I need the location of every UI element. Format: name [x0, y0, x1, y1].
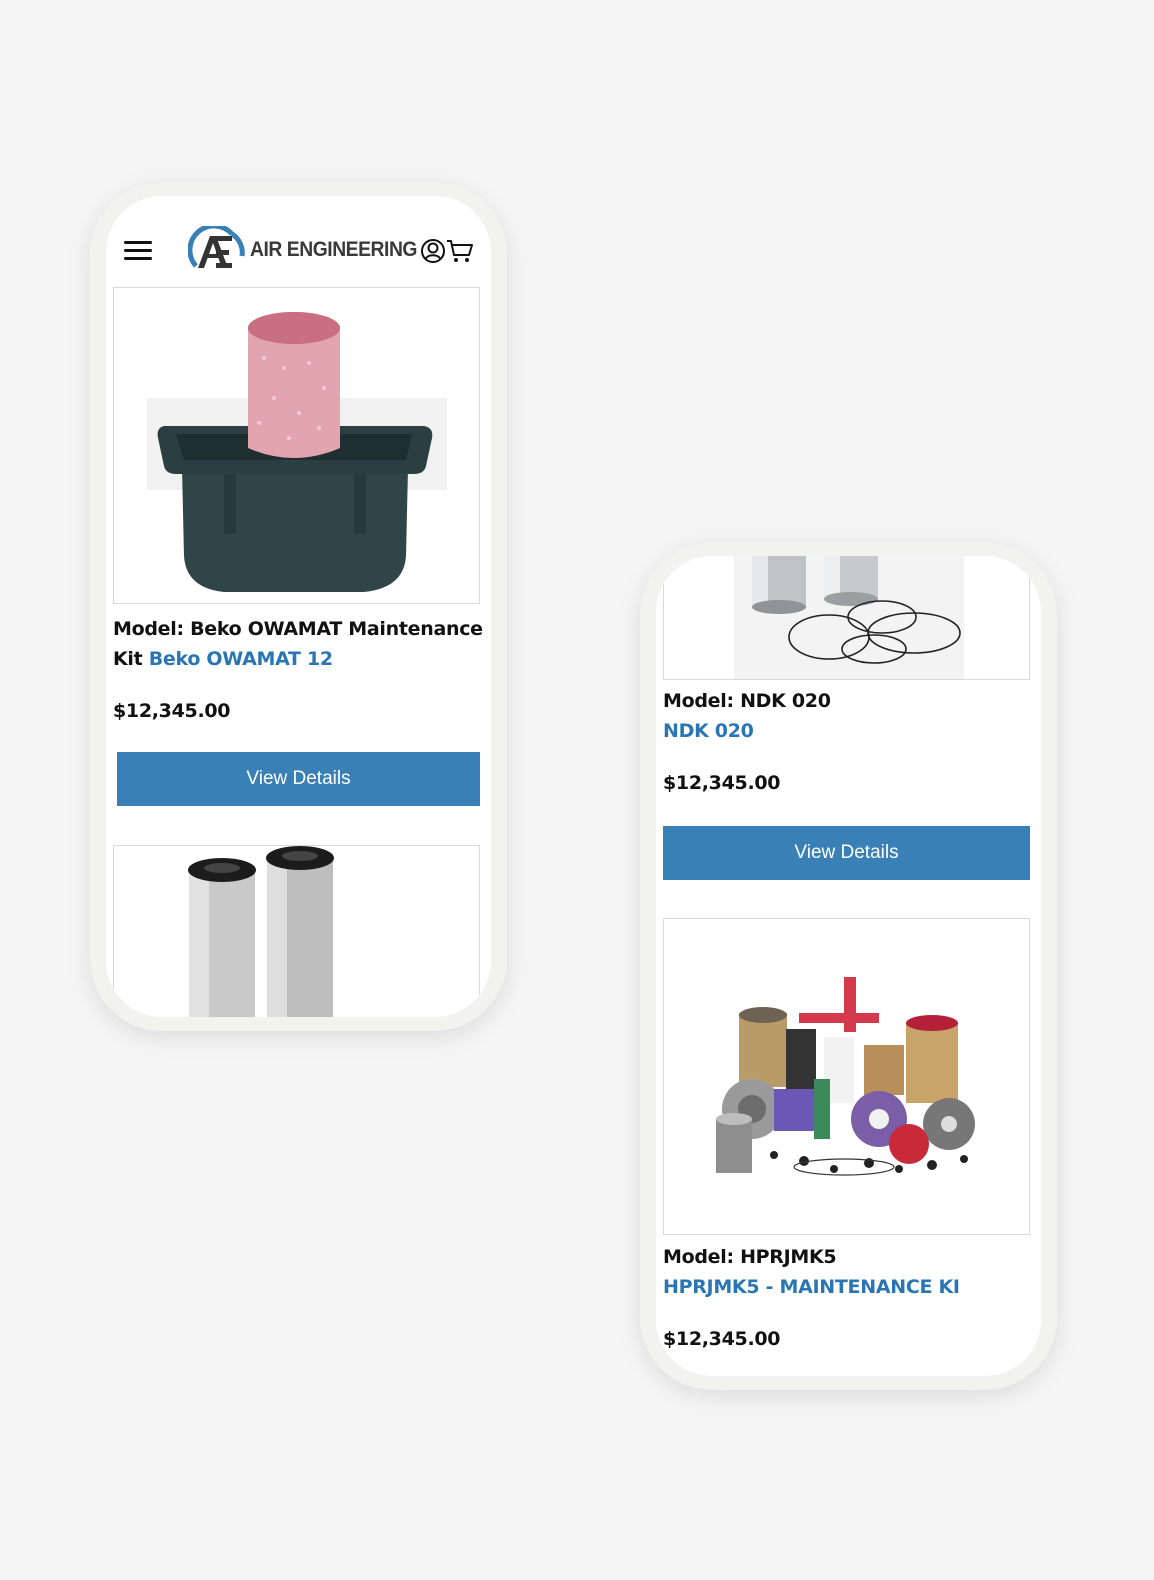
- brand-logo[interactable]: AIR ENGINEERING: [188, 226, 432, 274]
- model-label: Model: NDK 020: [663, 690, 831, 712]
- hprjmk5-kit-image: [716, 977, 975, 1176]
- shopping-cart-icon[interactable]: [446, 238, 474, 264]
- product-model: Model: NDK 020 NDK 020: [663, 686, 1033, 746]
- site-header: AIR ENGINEERING: [106, 196, 491, 288]
- hamburger-menu-icon[interactable]: [124, 241, 152, 261]
- product-image[interactable]: [663, 918, 1030, 1235]
- model-label: Model: HPRJMK5: [663, 1246, 837, 1268]
- product-link[interactable]: Beko OWAMAT 12: [149, 648, 333, 670]
- product-link[interactable]: HPRJMK5 - MAINTENANCE KI: [663, 1272, 1033, 1302]
- product-model: Model: HPRJMK5 HPRJMK5 - MAINTENANCE KI: [663, 1242, 1033, 1302]
- product-image[interactable]: [113, 287, 480, 604]
- brand-name: AIR ENGINEERING: [250, 238, 418, 261]
- ndk-020-image: [734, 556, 964, 679]
- user-account-icon[interactable]: [420, 238, 446, 264]
- product-price: $12,345.00: [663, 1328, 781, 1350]
- product-image[interactable]: [663, 556, 1030, 680]
- phone-mockup-right: Model: NDK 020 NDK 020 $12,345.00 View D…: [640, 542, 1057, 1390]
- phone-screen-right: Model: NDK 020 NDK 020 $12,345.00 View D…: [656, 556, 1041, 1376]
- phone-screen-left: AIR ENGINEERING Model: Beko OWAMAT Maint…: [106, 196, 491, 1017]
- phone-mockup-left: AIR ENGINEERING Model: Beko OWAMAT Maint…: [90, 182, 507, 1031]
- product-image[interactable]: [113, 845, 480, 1017]
- filter-cartridges-image: [188, 846, 334, 1017]
- product-model: Model: Beko OWAMAT Maintenance Kit Beko …: [113, 614, 483, 674]
- view-details-button[interactable]: View Details: [117, 752, 480, 806]
- product-link[interactable]: NDK 020: [663, 716, 1033, 746]
- product-price: $12,345.00: [663, 772, 781, 794]
- view-details-button[interactable]: View Details: [663, 826, 1030, 880]
- ae-logo-mark-icon: [188, 226, 245, 268]
- product-price: $12,345.00: [113, 700, 231, 722]
- owamat-kit-image: [147, 312, 447, 592]
